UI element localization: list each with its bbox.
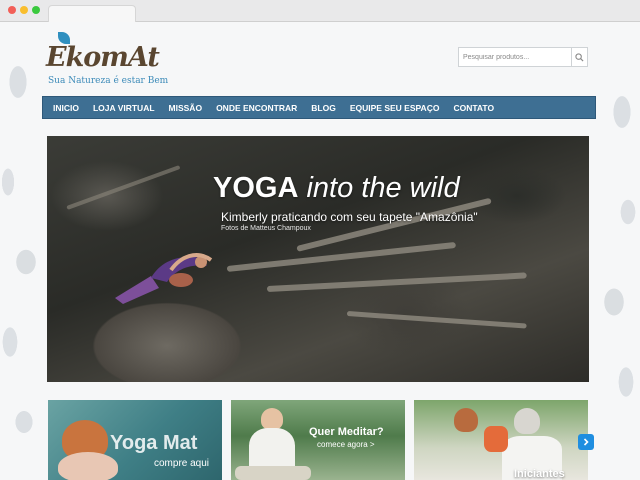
branch-decoration (226, 241, 457, 272)
branch-decoration (346, 311, 527, 329)
browser-chrome (0, 0, 640, 22)
carousel-next-button[interactable] (578, 434, 594, 450)
hero-subtitle: Kimberly praticando com seu tapete "Amaz… (221, 210, 478, 224)
nav-item-loja-virtual[interactable]: LOJA VIRTUAL (93, 103, 155, 113)
promo-subtitle: compre aqui (154, 458, 210, 469)
branch-decoration (266, 272, 527, 292)
hero-title-bold: YOGA (213, 172, 299, 204)
promo-yoga-mat[interactable]: Yoga Mat compre aqui (48, 400, 222, 480)
nav-item-inicio[interactable]: INICIO (53, 103, 79, 113)
person-image (235, 466, 311, 480)
search-button[interactable] (571, 48, 587, 66)
promo-iniciantes[interactable]: Iniciantes (414, 400, 588, 480)
promo-title: Iniciantes (514, 468, 565, 480)
logo-tagline: Sua Natureza é estar Bem (48, 76, 169, 86)
search-icon (575, 52, 584, 62)
nav-item-onde-encontrar[interactable]: ONDE ENCONTRAR (216, 103, 297, 113)
site-logo[interactable]: EkomAt Sua Natureza é estar Bem (46, 30, 169, 86)
person-image (454, 408, 478, 432)
promo-title: Yoga Mat (110, 432, 198, 454)
person-image (514, 408, 540, 434)
logo-wordmark: EkomAt (46, 42, 160, 73)
yogi-figure-image (115, 253, 213, 304)
nav-item-missao[interactable]: MISSÃO (169, 103, 203, 113)
close-window-button[interactable] (8, 6, 16, 14)
search-input[interactable] (459, 48, 571, 66)
browser-tab[interactable] (48, 5, 136, 22)
nav-item-blog[interactable]: BLOG (311, 103, 336, 113)
branch-decoration (296, 197, 492, 252)
person-image (484, 426, 508, 452)
maximize-window-button[interactable] (32, 6, 40, 14)
hero-title: YOGA into the wild (213, 172, 460, 205)
nav-item-equipe-seu-espaco[interactable]: EQUIPE SEU ESPAÇO (350, 103, 440, 113)
chevron-right-icon (583, 438, 589, 446)
person-image (261, 408, 283, 430)
nav-item-contato[interactable]: CONTATO (453, 103, 494, 113)
background-decoration-left (0, 22, 48, 480)
web-page: EkomAt Sua Natureza é estar Bem INICIO L… (0, 22, 640, 480)
minimize-window-button[interactable] (20, 6, 28, 14)
hero-banner[interactable]: YOGA into the wild Kimberly praticando c… (47, 136, 589, 382)
promo-title: Quer Meditar? (309, 426, 384, 438)
search-box (458, 47, 588, 67)
background-decoration-right (592, 22, 640, 480)
branch-decoration (66, 165, 181, 210)
person-image (58, 452, 118, 480)
hero-title-italic: into the wild (306, 172, 460, 204)
hero-photo-credit: Fotos de Matteus Champoux (221, 225, 311, 232)
main-nav: INICIO LOJA VIRTUAL MISSÃO ONDE ENCONTRA… (42, 96, 596, 119)
promo-meditar[interactable]: Quer Meditar? comece agora > (231, 400, 405, 480)
promo-subtitle: comece agora > (317, 440, 375, 449)
